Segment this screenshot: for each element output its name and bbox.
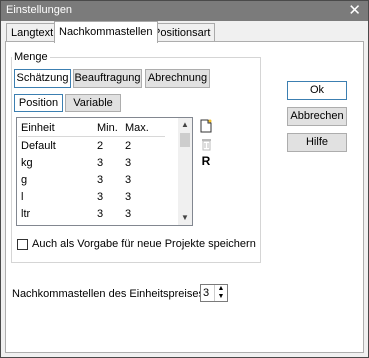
table-row[interactable]: Default 2 2 — [18, 137, 165, 155]
trash-icon[interactable] — [199, 138, 213, 154]
min-cell[interactable]: 3 — [94, 154, 122, 171]
menge-group-label: Menge — [12, 51, 50, 63]
unit-price-decimals-stepper[interactable]: 3 ▲ ▼ — [200, 284, 228, 302]
save-default-checkbox[interactable] — [17, 239, 28, 250]
schaetzung-button[interactable]: Schätzung — [14, 69, 71, 88]
max-cell[interactable]: 3 — [122, 154, 165, 171]
title-bar[interactable]: Einstellungen ✕ — [1, 1, 368, 21]
column-header-min[interactable]: Min. — [94, 119, 122, 137]
sub-tab-position[interactable]: Position — [14, 94, 63, 112]
min-cell[interactable]: 3 — [94, 205, 122, 222]
min-cell[interactable]: 2 — [94, 137, 122, 155]
min-cell[interactable]: 3 — [94, 188, 122, 205]
beauftragung-button[interactable]: Beauftragung — [73, 69, 142, 88]
new-document-icon[interactable] — [199, 119, 213, 136]
table-row[interactable]: g 3 3 — [18, 171, 165, 188]
max-cell[interactable]: 3 — [122, 205, 165, 222]
sub-tab-variable[interactable]: Variable — [65, 94, 121, 112]
window-title: Einstellungen — [6, 4, 73, 16]
min-cell[interactable]: 3 — [94, 171, 122, 188]
max-cell[interactable]: 2 — [122, 137, 165, 155]
table-scrollbar[interactable]: ▲ ▼ — [178, 118, 192, 225]
max-cell[interactable]: 3 — [122, 188, 165, 205]
units-table[interactable]: Einheit Min. Max. Default 2 2 kg 3 3 g 3… — [16, 117, 193, 226]
tab-langtext[interactable]: Langtext — [6, 23, 59, 42]
unit-price-decimals-label: Nachkommastellen des Einheitspreises — [12, 288, 204, 300]
column-header-einheit[interactable]: Einheit — [18, 119, 94, 137]
scroll-thumb[interactable] — [180, 133, 190, 147]
settings-dialog: Einstellungen ✕ Langtext Nachkommastelle… — [0, 0, 369, 358]
increment-icon[interactable]: ▲ — [215, 285, 227, 293]
table-row[interactable]: kg 3 3 — [18, 154, 165, 171]
reset-icon[interactable]: R — [199, 154, 213, 168]
decrement-icon[interactable]: ▼ — [215, 293, 227, 301]
unit-cell: l — [21, 190, 24, 203]
unit-cell: kg — [21, 156, 33, 169]
abrechnung-button[interactable]: Abrechnung — [145, 69, 210, 88]
scroll-down-icon[interactable]: ▼ — [178, 211, 192, 225]
close-icon[interactable]: ✕ — [348, 2, 361, 19]
unit-cell: g — [21, 173, 28, 186]
unit-price-decimals-value[interactable]: 3 — [203, 287, 209, 299]
table-row[interactable]: ltr 3 3 — [18, 205, 165, 222]
unit-cell: Default — [21, 139, 56, 152]
table-row[interactable]: l 3 3 — [18, 188, 165, 205]
save-default-label[interactable]: Auch als Vorgabe für neue Projekte speic… — [32, 238, 256, 250]
cancel-button[interactable]: Abbrechen — [287, 107, 347, 126]
unit-cell: ltr — [21, 207, 31, 220]
scroll-up-icon[interactable]: ▲ — [178, 118, 192, 132]
column-header-max[interactable]: Max. — [122, 119, 165, 137]
max-cell[interactable]: 3 — [122, 171, 165, 188]
table-header-row: Einheit Min. Max. — [18, 119, 165, 137]
tab-positionsart[interactable]: Positionsart — [148, 23, 216, 42]
help-button[interactable]: Hilfe — [287, 133, 347, 152]
tab-nachkommastellen[interactable]: Nachkommastellen — [54, 21, 158, 43]
ok-button[interactable]: Ok — [287, 81, 347, 100]
